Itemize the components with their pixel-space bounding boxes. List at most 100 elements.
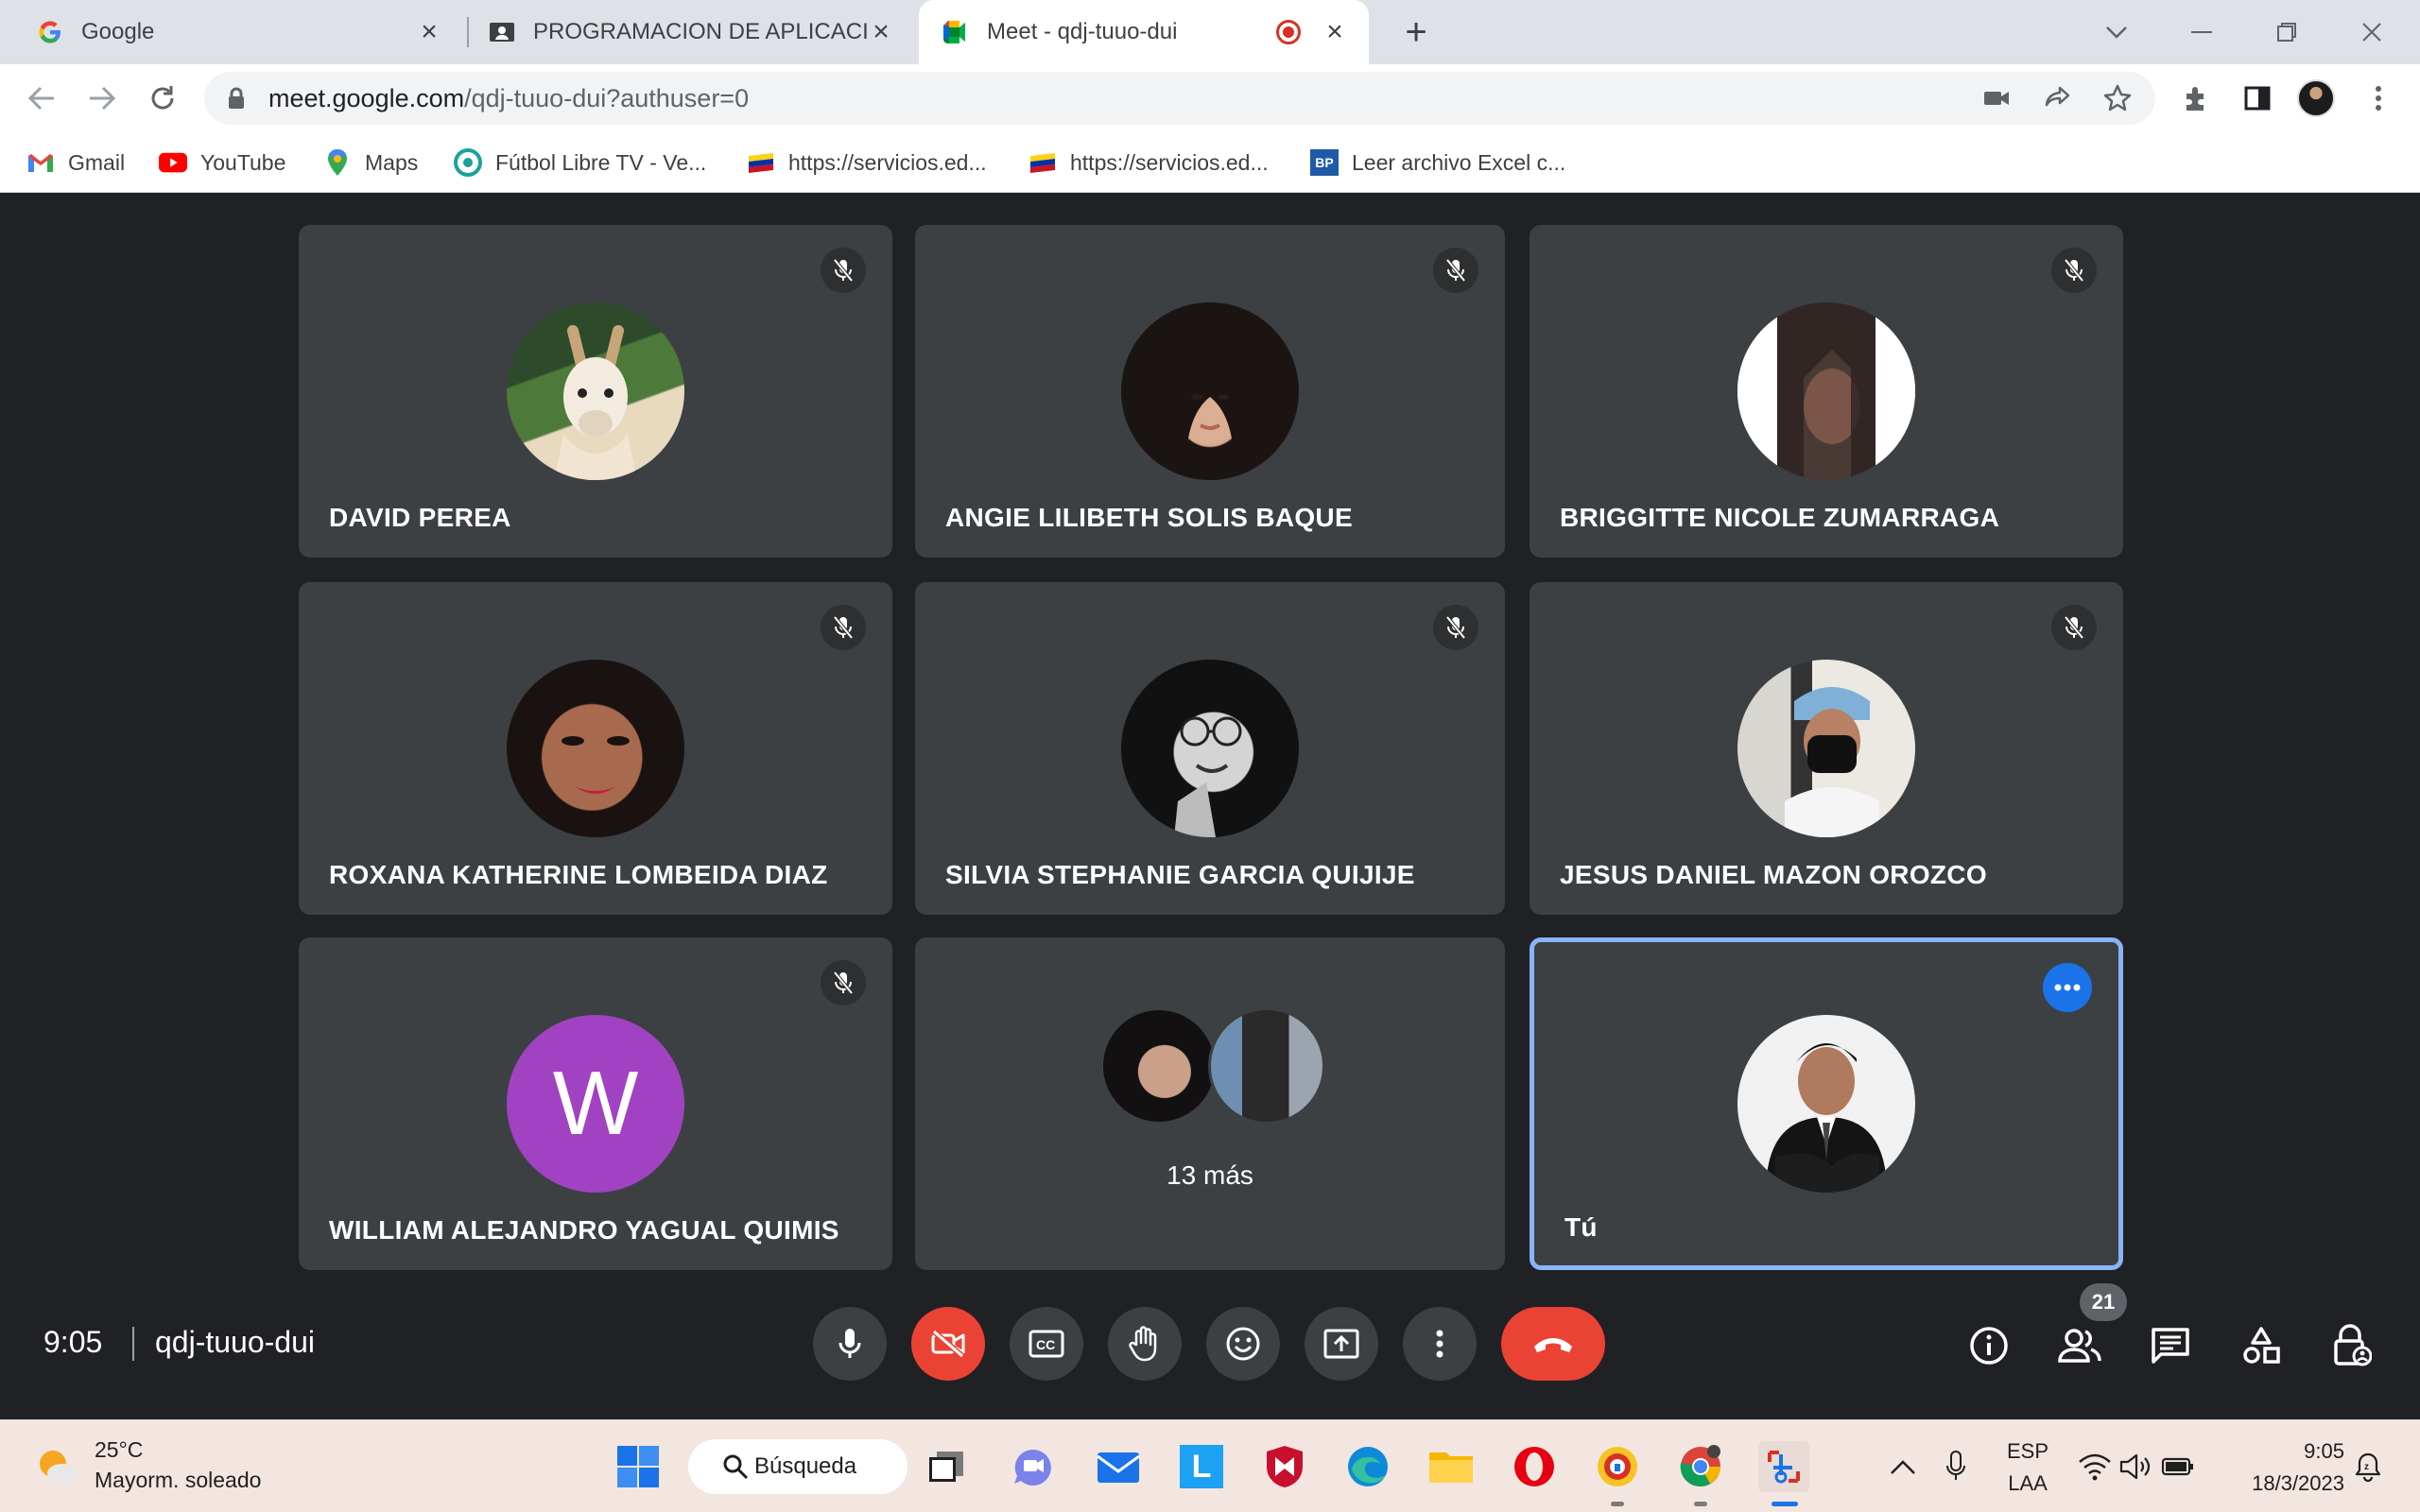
menu-kebab-icon[interactable] — [2358, 77, 2399, 119]
maps-icon — [323, 148, 352, 177]
participant-tile[interactable]: JESUS DANIEL MAZON OROZCO — [1530, 582, 2123, 915]
vpn-shield-icon[interactable] — [1592, 1441, 1643, 1492]
present-screen-button[interactable] — [1305, 1307, 1378, 1381]
close-icon[interactable]: × — [416, 18, 442, 46]
restore-button[interactable] — [2246, 0, 2327, 64]
bookmark-label: Maps — [365, 149, 419, 175]
raise-hand-button[interactable] — [1108, 1307, 1182, 1381]
volume-icon[interactable] — [2118, 1441, 2155, 1492]
language-indicator[interactable]: ESP LAA — [2002, 1439, 2053, 1496]
learning-app-icon[interactable]: L — [1176, 1441, 1227, 1492]
chevron-up-icon[interactable] — [1877, 1441, 1928, 1492]
bookmark-excel[interactable]: BP Leer archivo Excel c... — [1310, 146, 1565, 180]
teams-chat-icon[interactable] — [1008, 1441, 1059, 1492]
meeting-clock: 9:05 — [43, 1325, 103, 1359]
tab-google-title: Google — [81, 19, 155, 44]
weather-temperature[interactable]: 25°C — [95, 1437, 143, 1463]
mic-off-icon — [1433, 248, 1478, 293]
extensions-icon[interactable] — [2176, 77, 2218, 119]
classroom-icon — [488, 18, 516, 46]
profile-avatar[interactable] — [2295, 77, 2337, 119]
participant-photo — [1121, 302, 1299, 480]
opera-icon[interactable] — [1509, 1441, 1560, 1492]
chrome-icon[interactable] — [1675, 1441, 1726, 1492]
battery-icon[interactable] — [2159, 1441, 2197, 1492]
participant-tile[interactable]: ROXANA KATHERINE LOMBEIDA DIAZ — [299, 582, 892, 915]
running-indicator — [1611, 1502, 1624, 1506]
leave-call-button[interactable] — [1501, 1307, 1605, 1381]
system-clock[interactable]: 9:05 18/3/2023 — [2221, 1439, 2344, 1496]
close-icon[interactable]: × — [868, 18, 894, 46]
participant-tile[interactable]: W WILLIAM ALEJANDRO YAGUAL QUIMIS — [299, 937, 892, 1270]
browser-toolbar: meet.google.com/qdj-tuuo-dui?authuser=0 — [0, 64, 2420, 132]
more-options-button[interactable] — [1403, 1307, 1477, 1381]
meeting-details-icon[interactable] — [1962, 1319, 2015, 1372]
tab-meet[interactable]: Meet - qdj-tuuo-dui × — [919, 0, 1369, 64]
task-view-icon[interactable] — [921, 1441, 972, 1492]
snipping-tool-icon[interactable] — [1758, 1441, 1809, 1492]
close-icon[interactable]: × — [1322, 18, 1348, 46]
file-explorer-icon[interactable] — [1426, 1441, 1477, 1492]
tab-strip: Google × PROGRAMACION DE APLICACIONES × … — [0, 0, 2420, 64]
ecuador-flag-icon — [1028, 148, 1057, 177]
back-button[interactable] — [21, 77, 62, 119]
activities-icon[interactable] — [2235, 1319, 2288, 1372]
lock-icon[interactable] — [227, 87, 246, 114]
bookmark-maps[interactable]: Maps — [323, 146, 418, 180]
camera-off-button[interactable] — [911, 1307, 985, 1381]
tab-programacion[interactable]: PROGRAMACION DE APLICACIONES × — [471, 0, 915, 64]
forward-button[interactable] — [81, 77, 123, 119]
recording-icon — [1276, 20, 1301, 44]
bookmark-label: Fútbol Libre TV - Ve... — [495, 149, 707, 175]
bookmark-servicios-1[interactable]: https://servicios.ed... — [747, 146, 987, 180]
mic-off-icon — [821, 248, 866, 293]
bar-divider — [132, 1327, 134, 1361]
more-participants-tile[interactable]: 13 más — [915, 937, 1505, 1270]
tab-google[interactable]: Google × — [0, 0, 463, 64]
new-tab-button[interactable]: + — [1395, 11, 1437, 53]
microphone-button[interactable] — [813, 1307, 887, 1381]
side-panel-icon[interactable] — [2237, 77, 2278, 119]
notifications-icon[interactable]: z — [2344, 1441, 2392, 1492]
host-controls-icon[interactable] — [2325, 1319, 2378, 1372]
participant-tile[interactable]: BRIGGITTE NICOLE ZUMARRAGA — [1530, 225, 2123, 558]
participant-tile[interactable]: ANGIE LILIBETH SOLIS BAQUE — [915, 225, 1505, 558]
participant-tile[interactable]: DAVID PEREA — [299, 225, 892, 558]
participant-photo — [1208, 1007, 1325, 1125]
mic-off-icon — [2051, 248, 2097, 293]
tab-programacion-title: PROGRAMACION DE APLICACIONES — [533, 19, 868, 44]
address-bar[interactable]: meet.google.com/qdj-tuuo-dui?authuser=0 — [204, 72, 2155, 125]
bookmark-futbol[interactable]: Fútbol Libre TV - Ve... — [454, 146, 706, 180]
mcafee-icon[interactable] — [1259, 1441, 1310, 1492]
minimize-button[interactable] — [2161, 0, 2242, 64]
captions-button[interactable]: CC — [1010, 1307, 1083, 1381]
tab-search-icon[interactable] — [2076, 0, 2157, 64]
self-tile[interactable]: Tú — [1530, 937, 2123, 1270]
chat-icon[interactable] — [2144, 1319, 2197, 1372]
taskbar-search[interactable]: Búsqueda — [688, 1439, 908, 1494]
wifi-icon[interactable] — [2076, 1441, 2114, 1492]
camera-permission-icon[interactable] — [1979, 81, 2014, 115]
share-icon[interactable] — [2040, 81, 2074, 115]
participant-photo — [1121, 660, 1299, 837]
bookmark-youtube[interactable]: YouTube — [159, 146, 285, 180]
bookmark-servicios-2[interactable]: https://servicios.ed... — [1028, 146, 1269, 180]
meet-icon — [942, 18, 970, 46]
windows-start-icon[interactable] — [613, 1441, 664, 1492]
youtube-icon — [159, 148, 187, 177]
bookmark-label: Gmail — [68, 149, 126, 175]
participant-name: DAVID PEREA — [329, 503, 511, 532]
llama-avatar — [507, 302, 684, 480]
reload-button[interactable] — [142, 77, 183, 119]
participant-tile[interactable]: SILVIA STEPHANIE GARCIA QUIJIJE — [915, 582, 1505, 915]
close-window-button[interactable] — [2331, 0, 2412, 64]
edge-icon[interactable] — [1342, 1441, 1393, 1492]
bookmark-star-icon[interactable] — [2100, 81, 2135, 115]
weather-description[interactable]: Mayorm. soleado — [95, 1468, 261, 1493]
mail-icon[interactable] — [1093, 1441, 1144, 1492]
emoji-reactions-button[interactable] — [1206, 1307, 1280, 1381]
people-icon[interactable] — [2053, 1319, 2106, 1372]
microphone-tray-icon[interactable] — [1930, 1441, 1981, 1492]
bookmark-gmail[interactable]: Gmail — [26, 146, 125, 180]
more-options-icon[interactable] — [2043, 963, 2092, 1012]
